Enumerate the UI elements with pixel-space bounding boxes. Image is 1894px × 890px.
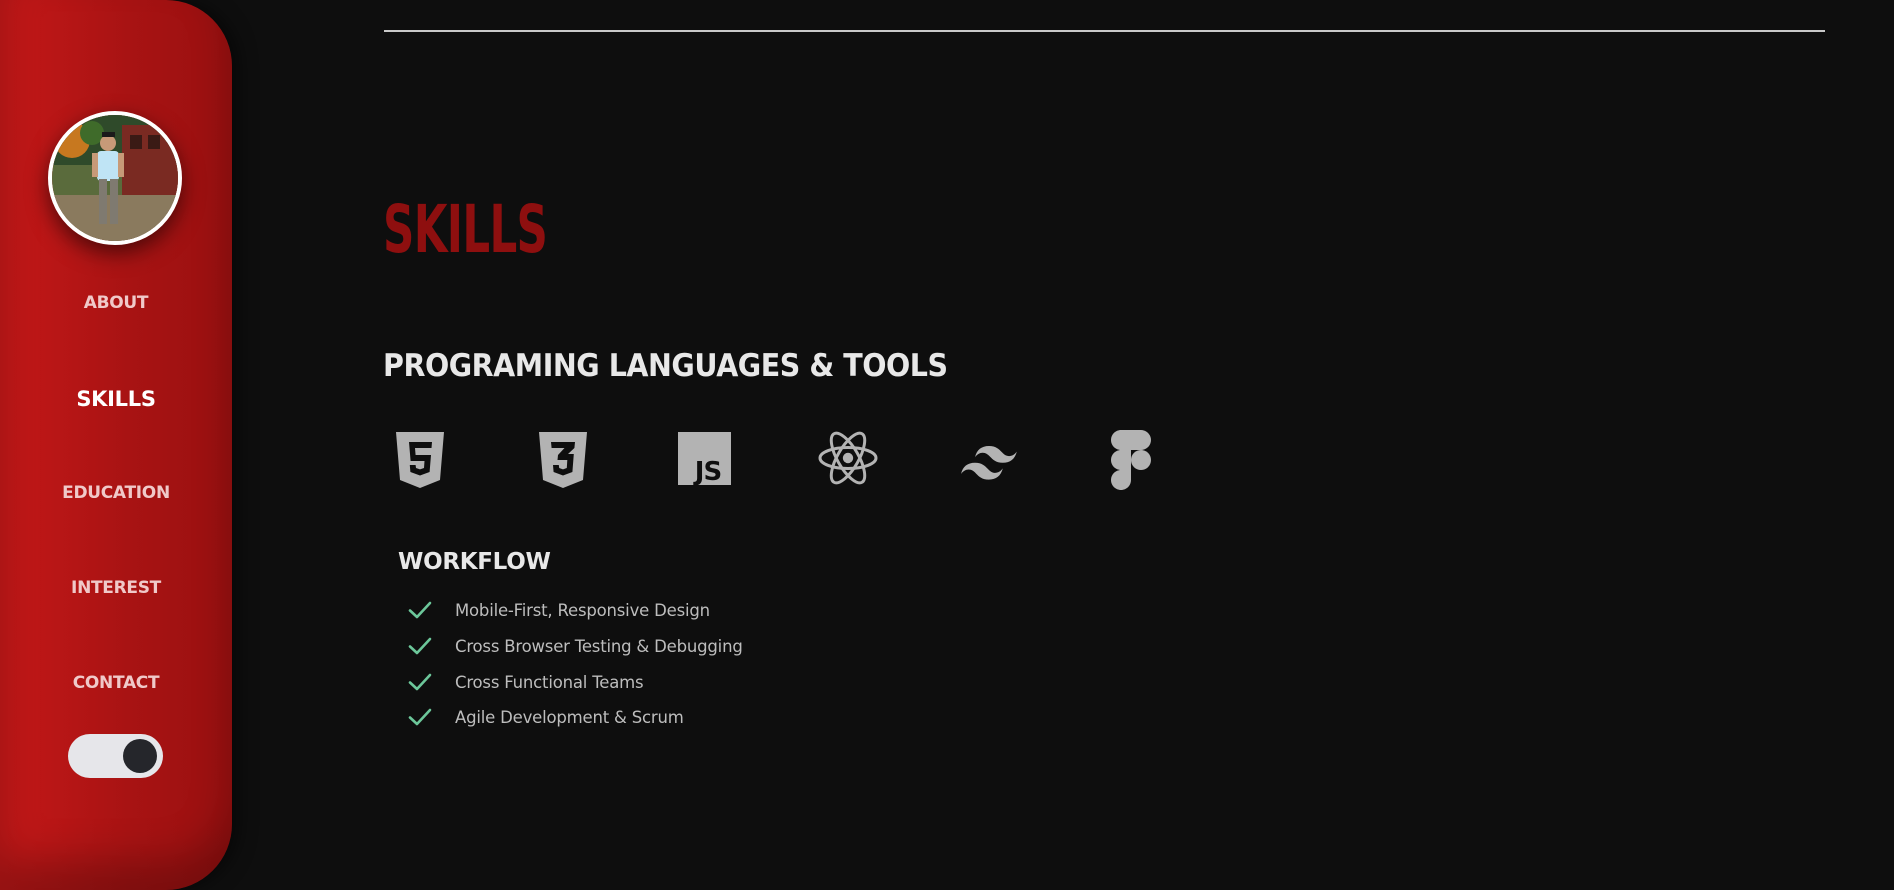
list-item: Mobile-First, Responsive Design xyxy=(408,597,710,623)
check-icon xyxy=(408,673,432,691)
figma-icon xyxy=(1111,430,1151,490)
css3-icon xyxy=(539,432,587,488)
check-icon xyxy=(408,601,432,619)
react-icon xyxy=(818,431,878,485)
workflow-label: Cross Functional Teams xyxy=(455,672,644,692)
tools-heading: PROGRAMING LANGUAGES & TOOLS xyxy=(383,348,948,384)
nav-about[interactable]: ABOUT xyxy=(0,293,232,313)
list-item: Cross Browser Testing & Debugging xyxy=(408,633,743,659)
workflow-label: Mobile-First, Responsive Design xyxy=(455,600,710,620)
javascript-icon: JS xyxy=(678,432,731,487)
html5-icon xyxy=(396,432,444,488)
avatar-photo xyxy=(52,115,178,241)
list-item: Cross Functional Teams xyxy=(408,669,644,695)
top-divider xyxy=(384,30,1825,32)
nav-skills[interactable]: SKILLS xyxy=(0,387,232,411)
nav-interest[interactable]: INTEREST xyxy=(0,578,232,598)
list-item: Agile Development & Scrum xyxy=(408,704,684,730)
avatar[interactable] xyxy=(48,111,182,245)
workflow-label: Agile Development & Scrum xyxy=(455,707,684,727)
nav-contact[interactable]: CONTACT xyxy=(0,673,232,693)
nav-education[interactable]: EDUCATION xyxy=(0,483,232,503)
theme-toggle[interactable] xyxy=(68,734,163,778)
sidebar: ABOUT SKILLS EDUCATION INTEREST CONTACT xyxy=(0,0,232,890)
tailwind-icon xyxy=(961,446,1017,480)
check-icon xyxy=(408,637,432,655)
js-label: JS xyxy=(693,457,721,487)
check-icon xyxy=(408,708,432,726)
workflow-heading: WORKFLOW xyxy=(398,549,551,575)
workflow-label: Cross Browser Testing & Debugging xyxy=(455,636,743,656)
page-title: SKILLS xyxy=(383,191,548,268)
toggle-knob xyxy=(123,739,157,773)
